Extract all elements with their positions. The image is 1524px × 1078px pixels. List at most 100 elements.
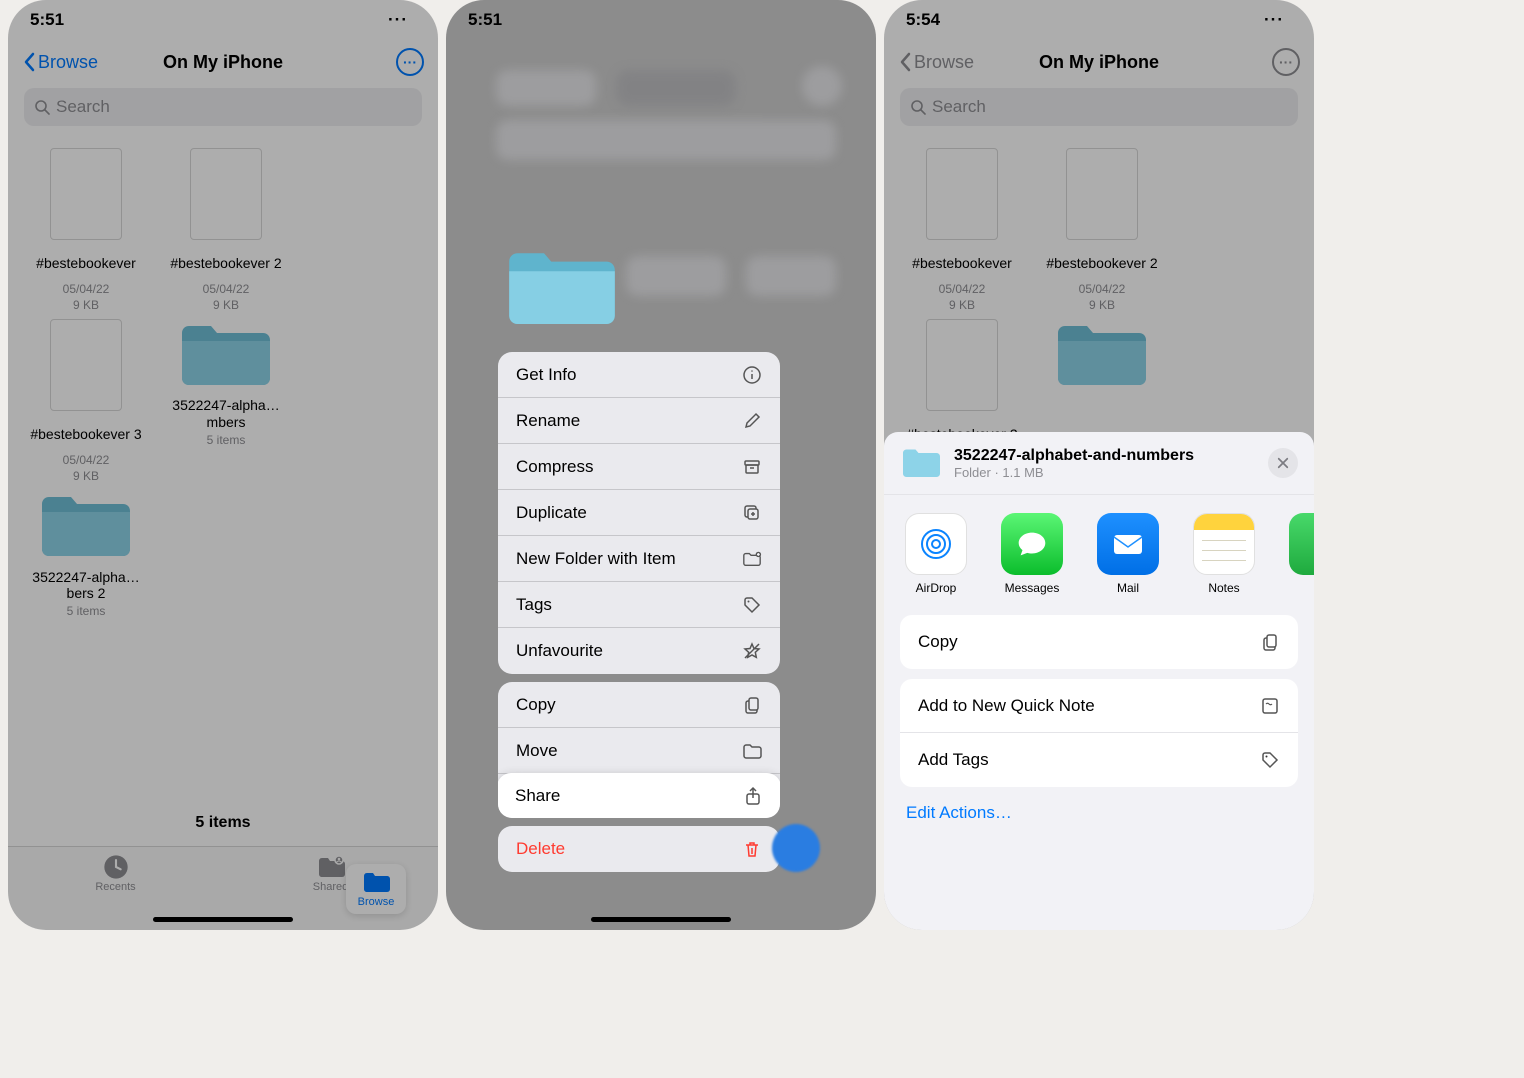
- file-thumb-icon: [50, 148, 122, 240]
- copy-icon: [1260, 632, 1280, 652]
- share-action-quick-note[interactable]: Add to New Quick Note: [900, 679, 1298, 733]
- status-right: [388, 10, 416, 30]
- app-label: Messages: [1005, 581, 1060, 595]
- tag-icon: [1260, 750, 1280, 770]
- tab-recents[interactable]: Recents: [86, 855, 146, 893]
- archive-icon: [742, 457, 762, 477]
- copy-icon: [742, 695, 762, 715]
- menu-label: Get Info: [516, 365, 576, 385]
- search-placeholder: Search: [56, 97, 110, 117]
- menu-unfavourite[interactable]: Unfavourite: [498, 628, 780, 674]
- panel-3-share-sheet: 5:54 Browse On My iPhone ··· Search #bes…: [884, 0, 1314, 930]
- share-folder-icon: [900, 446, 942, 480]
- app-label: AirDrop: [916, 581, 957, 595]
- back-label: Browse: [38, 52, 98, 73]
- share-app-partial[interactable]: [1284, 513, 1314, 595]
- menu-label: Unfavourite: [516, 641, 603, 661]
- share-sheet: 3522247-alphabet-and-numbers Folder · 1.…: [884, 432, 1314, 930]
- blurred-content: [802, 66, 842, 106]
- status-time: 5:51: [468, 10, 502, 30]
- share-app-messages[interactable]: Messages: [996, 513, 1068, 595]
- share-action-copy[interactable]: Copy: [900, 615, 1298, 669]
- close-button[interactable]: [1268, 448, 1298, 478]
- folder-plus-icon: [742, 549, 762, 569]
- menu-label: Move: [516, 741, 558, 761]
- file-size: 9 KB: [73, 469, 99, 485]
- menu-tags[interactable]: Tags: [498, 582, 780, 628]
- action-label: Add to New Quick Note: [918, 696, 1095, 716]
- share-action-list: Add to New Quick Note Add Tags: [900, 679, 1298, 787]
- messages-icon: [1001, 513, 1063, 575]
- search-input[interactable]: Search: [24, 88, 422, 126]
- file-grid: #bestebookever 05/04/22 9 KB #bestebooke…: [8, 136, 438, 620]
- menu-label: Duplicate: [516, 503, 587, 523]
- file-name: #bestebookever: [36, 246, 136, 280]
- blurred-content: [496, 120, 836, 160]
- status-bar: 5:51: [8, 0, 438, 40]
- menu-share[interactable]: Share: [498, 773, 780, 818]
- folder-item[interactable]: 3522247-alpha…bers 2 5 items: [24, 490, 148, 620]
- blurred-tab-indicator: [772, 824, 820, 872]
- menu-move[interactable]: Move: [498, 728, 780, 774]
- folder-icon: [176, 319, 276, 391]
- action-label: Add Tags: [918, 750, 989, 770]
- menu-label: Delete: [516, 839, 565, 859]
- info-icon: [742, 365, 762, 385]
- edit-actions-link[interactable]: Edit Actions…: [884, 787, 1314, 839]
- share-action-add-tags[interactable]: Add Tags: [900, 733, 1298, 787]
- home-indicator[interactable]: [591, 917, 731, 922]
- file-name: #bestebookever 3: [30, 417, 141, 451]
- menu-label: Tags: [516, 595, 552, 615]
- menu-new-folder-with-item[interactable]: New Folder with Item: [498, 536, 780, 582]
- pencil-icon: [742, 411, 762, 431]
- panel-2-context-menu: 5:51 Get Info Rename Compress: [446, 0, 876, 930]
- blurred-content: [626, 256, 726, 296]
- share-app-airdrop[interactable]: AirDrop: [900, 513, 972, 595]
- menu-label: Share: [515, 786, 560, 806]
- file-item[interactable]: #bestebookever 3 05/04/22 9 KB: [24, 319, 148, 484]
- share-app-row[interactable]: AirDrop Messages Mail Notes: [884, 495, 1314, 609]
- menu-compress[interactable]: Compress: [498, 444, 780, 490]
- file-date: 05/04/22: [203, 282, 250, 298]
- file-item[interactable]: #bestebookever 2 05/04/22 9 KB: [164, 148, 288, 313]
- file-date: 05/04/22: [63, 282, 110, 298]
- home-indicator[interactable]: [153, 917, 293, 922]
- blurred-content: [746, 256, 836, 296]
- file-size: 9 KB: [213, 298, 239, 314]
- menu-label: New Folder with Item: [516, 549, 676, 569]
- airdrop-icon: [905, 513, 967, 575]
- menu-label: Rename: [516, 411, 580, 431]
- share-app-mail[interactable]: Mail: [1092, 513, 1164, 595]
- share-app-notes[interactable]: Notes: [1188, 513, 1260, 595]
- action-label: Copy: [918, 632, 958, 652]
- quick-note-icon: [1260, 696, 1280, 716]
- folder-name: 3522247-alpha…mbers: [164, 397, 288, 431]
- tab-browse[interactable]: Browse: [346, 864, 406, 914]
- menu-get-info[interactable]: Get Info: [498, 352, 780, 398]
- search-icon: [34, 99, 50, 115]
- folder-item[interactable]: 3522247-alpha…mbers 5 items: [164, 319, 288, 484]
- selected-folder-preview: [502, 240, 622, 336]
- menu-rename[interactable]: Rename: [498, 398, 780, 444]
- app-icon: [1289, 513, 1314, 575]
- share-action-list: Copy: [900, 615, 1298, 669]
- cellular-icon: [388, 10, 408, 30]
- duplicate-icon: [742, 503, 762, 523]
- mail-icon: [1097, 513, 1159, 575]
- back-button[interactable]: Browse: [22, 52, 98, 73]
- share-title: 3522247-alphabet-and-numbers: [954, 447, 1256, 465]
- trash-icon: [742, 839, 762, 859]
- menu-copy[interactable]: Copy: [498, 682, 780, 728]
- share-icon: [743, 786, 763, 806]
- folder-sub: 5 items: [67, 604, 106, 620]
- file-thumb-icon: [50, 319, 122, 411]
- menu-delete[interactable]: Delete: [498, 826, 780, 872]
- tab-label: Shared: [313, 881, 348, 893]
- folder-icon: [362, 870, 390, 894]
- tag-icon: [742, 595, 762, 615]
- nav-bar: Browse On My iPhone ···: [8, 40, 438, 84]
- file-item[interactable]: #bestebookever 05/04/22 9 KB: [24, 148, 148, 313]
- menu-duplicate[interactable]: Duplicate: [498, 490, 780, 536]
- share-subtitle: Folder · 1.1 MB: [954, 465, 1256, 480]
- more-button[interactable]: ···: [396, 48, 424, 76]
